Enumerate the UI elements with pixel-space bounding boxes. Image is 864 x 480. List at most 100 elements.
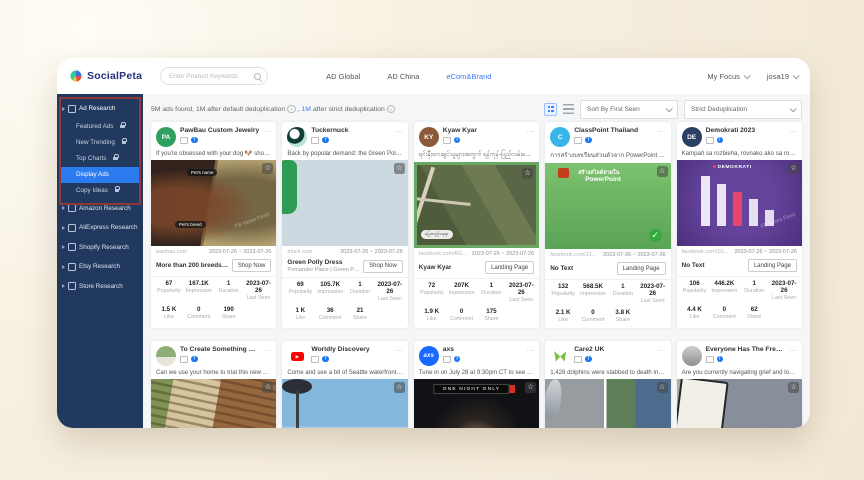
sidebar-item[interactable]: Top Charts	[57, 151, 143, 167]
search-box[interactable]	[160, 67, 268, 85]
grid-view-toggle[interactable]	[544, 103, 557, 116]
advertiser-name[interactable]: To Create Something Exceptio...	[180, 346, 259, 353]
sidebar-item[interactable]: Shopify Research	[57, 238, 143, 258]
ad-card[interactable]: To Create Something Exceptio... … Can we…	[151, 341, 276, 428]
advertiser-name[interactable]: axs	[443, 346, 522, 353]
my-focus-menu[interactable]: My Focus	[707, 72, 749, 81]
ad-card[interactable]: Worldly Discovery … Come and see a bit o…	[282, 341, 407, 428]
favorite-star-button[interactable]: ☆	[262, 382, 273, 393]
ad-card[interactable]: DE Demokrati 2023 … Kampaň sa rozbieha, …	[677, 122, 802, 328]
sidebar-item[interactable]: Ad Research	[57, 99, 143, 119]
duration-value: 1	[345, 281, 375, 288]
cta-button[interactable]: Landing Page	[748, 259, 797, 272]
ad-image[interactable]: ☆	[545, 379, 670, 428]
favorite-star-button[interactable]: ☆	[262, 163, 273, 174]
chevron-down-icon	[744, 72, 751, 79]
more-menu-icon[interactable]: …	[263, 127, 271, 133]
comment-label: Comment	[709, 314, 739, 320]
more-menu-icon[interactable]: …	[263, 346, 271, 352]
advertiser-name[interactable]: Kyaw Kyar	[443, 127, 522, 134]
user-menu[interactable]: josa19	[767, 72, 798, 81]
favorite-star-button[interactable]: ☆	[394, 382, 405, 393]
favorite-star-button[interactable]: ☆	[788, 382, 799, 393]
card-header: Care2 UK …	[545, 341, 670, 367]
sidebar-item[interactable]: AliExpress Research	[57, 218, 143, 238]
ad-card[interactable]: Tuckernuck … Back by popular demand: the…	[282, 122, 407, 328]
favorite-star-button[interactable]: ☆	[394, 163, 405, 174]
ad-image[interactable]: ☆	[677, 379, 802, 428]
dedup-dropdown-value: Strict Deduplication	[691, 106, 747, 113]
advertiser-avatar	[682, 346, 702, 366]
chevron-down-icon	[666, 105, 673, 112]
ad-image[interactable]: สร้างสไลด์สวยใน PowerPoint ☆	[545, 163, 670, 249]
sidebar-item[interactable]: Etsy Research	[57, 257, 143, 277]
list-view-toggle[interactable]	[563, 104, 574, 114]
expand-arrow-icon	[62, 265, 65, 269]
sidebar-item[interactable]: Amazon Research	[57, 199, 143, 219]
more-menu-icon[interactable]: …	[658, 346, 666, 352]
header-right: My Focus josa19	[707, 72, 798, 81]
more-menu-icon[interactable]: …	[658, 127, 666, 133]
sidebar-item[interactable]: Featured Ads	[57, 119, 143, 135]
more-menu-icon[interactable]: …	[526, 127, 534, 133]
cta-button[interactable]: Landing Page	[617, 262, 666, 275]
ad-card[interactable]: KY Kyaw Kyar … ရင်းနှီးထားချင်သူများအတွက…	[414, 122, 539, 328]
facebook-icon	[717, 137, 724, 144]
ad-card[interactable]: Everyone Has The Freedom To... … Are you…	[677, 341, 802, 428]
favorite-star-button[interactable]: ☆	[657, 166, 668, 177]
ad-card[interactable]: C ClassPoint Thailand … การสร้างบทเรียนส…	[545, 122, 670, 328]
favorite-star-button[interactable]: ☆	[788, 163, 799, 174]
info-icon[interactable]	[287, 105, 296, 114]
ad-text: ရင်းနှီးထားချင်သူများအတွက် ရန်ကုန်-ပြည်လ…	[414, 148, 539, 162]
ad-image[interactable]: မြေတည်နေရာ ☆	[414, 162, 539, 248]
sort-dropdown[interactable]: Sort By First Seen	[580, 100, 678, 119]
favorite-star-button[interactable]: ☆	[522, 168, 533, 179]
more-menu-icon[interactable]: …	[395, 127, 403, 133]
ad-image[interactable]: Pet's name Pet's breed FB News Feed ☆	[151, 160, 276, 246]
sidebar-item[interactable]: Display Ads	[60, 167, 140, 183]
search-input[interactable]	[167, 72, 254, 81]
ad-domain[interactable]: facebook.com/KG...	[419, 251, 467, 257]
ad-domain[interactable]: facebook.com/11...	[550, 252, 596, 258]
ad-card[interactable]: axs axs … Tune in on July 28 at 9:30pm C…	[414, 341, 539, 428]
ad-image[interactable]: ☆	[151, 379, 276, 428]
advertiser-name[interactable]: ClassPoint Thailand	[574, 127, 653, 134]
sidebar-item[interactable]: New Trending	[57, 135, 143, 151]
ad-image[interactable]: ☆	[282, 160, 407, 246]
favorite-star-button[interactable]: ☆	[525, 382, 536, 393]
ad-image[interactable]: SEATTLE WASHINGTON ☆	[282, 379, 407, 428]
nav-tab[interactable]: eCom&Brand	[446, 72, 491, 81]
advertiser-name[interactable]: Care2 UK	[574, 346, 653, 353]
dedup-dropdown[interactable]: Strict Deduplication	[684, 100, 802, 119]
nav-tab[interactable]: AD China	[387, 72, 419, 81]
more-menu-icon[interactable]: …	[526, 346, 534, 352]
advertiser-name[interactable]: PawBau Custom Jewelry	[180, 127, 259, 134]
ad-card[interactable]: Care2 UK … 1,428 dolphins were stabbed t…	[545, 341, 670, 428]
advertiser-name[interactable]: Worldly Discovery	[311, 346, 390, 353]
advertiser-name[interactable]: Tuckernuck	[311, 127, 390, 134]
ad-image[interactable]: DEMOKRATI FB News Feed ☆	[677, 160, 802, 246]
advertiser-name[interactable]: Demokrati 2023	[706, 127, 785, 134]
info-icon[interactable]	[387, 105, 396, 114]
favorite-star-button[interactable]: ☆	[657, 382, 668, 393]
ad-domain[interactable]: facebook.com/10...	[682, 249, 728, 255]
ad-domain[interactable]: tnuck.com	[287, 249, 312, 255]
like-label: Like	[417, 316, 447, 322]
socialpeta-logo[interactable]: SocialPeta	[69, 69, 142, 83]
sidebar-item[interactable]: Copy Ideas	[57, 183, 143, 199]
popularity-label: Popularity	[154, 288, 184, 294]
more-menu-icon[interactable]: …	[789, 127, 797, 133]
advertiser-name[interactable]: Everyone Has The Freedom To...	[706, 346, 785, 353]
ad-text: Come and see a bit of Seattle waterfront…	[282, 367, 407, 379]
card-header: C ClassPoint Thailand …	[545, 122, 670, 148]
cta-button[interactable]: Landing Page	[485, 261, 534, 274]
ad-image[interactable]: ONE NIGHT ONLY ☆	[414, 379, 539, 428]
more-menu-icon[interactable]: …	[789, 346, 797, 352]
ad-card[interactable]: PA PawBau Custom Jewelry … If you're obs…	[151, 122, 276, 328]
cta-button[interactable]: Shop Now	[363, 260, 403, 273]
ad-domain[interactable]: pawbau.com	[156, 249, 187, 255]
cta-button[interactable]: Shop Now	[232, 259, 272, 272]
nav-tab[interactable]: AD Global	[326, 72, 360, 81]
more-menu-icon[interactable]: …	[395, 346, 403, 352]
sidebar-item[interactable]: Store Research	[57, 277, 143, 297]
